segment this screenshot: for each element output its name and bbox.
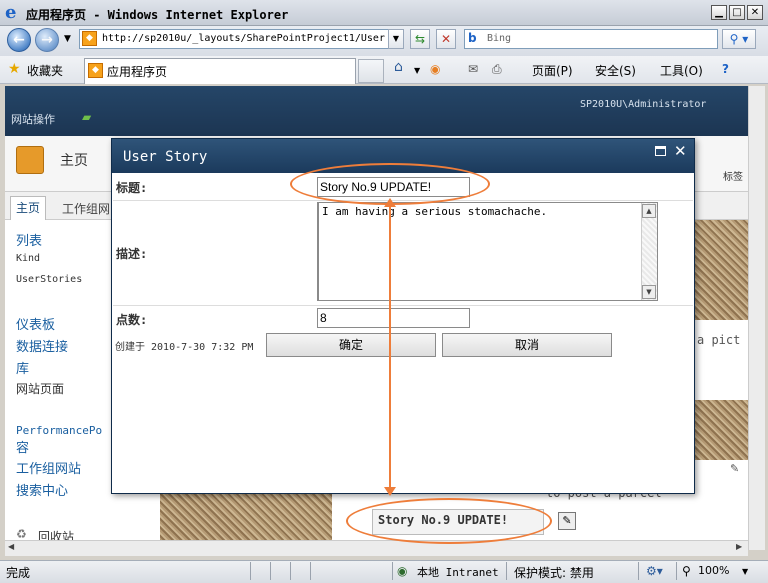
- cancel-button[interactable]: 取消: [442, 333, 612, 357]
- intranet-zone-icon: ◉: [397, 564, 408, 578]
- status-separator: [676, 562, 677, 580]
- recycle-bin-icon[interactable]: ♻: [16, 527, 27, 541]
- nav-site-pages[interactable]: 网站页面: [16, 380, 64, 397]
- site-logo-icon: [16, 146, 44, 174]
- description-textarea[interactable]: I am having a serious stomachache.: [317, 202, 658, 301]
- dialog-maximize-icon[interactable]: [655, 146, 666, 156]
- ok-button[interactable]: 确定: [266, 333, 436, 357]
- stop-icon[interactable]: ✕: [436, 29, 456, 49]
- title-label: 标题:: [116, 181, 148, 195]
- edit-page-icon[interactable]: ▰: [82, 110, 91, 124]
- site-actions-menu[interactable]: 网站操作: [11, 111, 55, 127]
- ie-logo-icon: e: [5, 2, 17, 23]
- close-window-button[interactable]: ✕: [747, 5, 763, 20]
- annotation-arrow-up-icon: [384, 198, 396, 207]
- address-dropdown-icon[interactable]: ▼: [388, 29, 404, 49]
- sticky-note-text: a pict: [697, 333, 741, 347]
- mail-icon[interactable]: ✉: [468, 62, 478, 76]
- sharepoint-ribbon: [5, 86, 748, 136]
- description-label: 描述:: [116, 247, 148, 261]
- maximize-button[interactable]: □: [729, 5, 745, 20]
- current-user[interactable]: SP2010U\Administrator: [580, 99, 706, 110]
- status-separator: [506, 562, 507, 580]
- feeds-icon[interactable]: ◉: [430, 62, 440, 76]
- scroll-up-icon[interactable]: ▲: [642, 204, 656, 218]
- nav-data-connections[interactable]: 数据连接: [16, 336, 68, 355]
- edit-note-icon[interactable]: ✎: [730, 462, 739, 475]
- nav-search-center[interactable]: 搜索中心: [16, 480, 68, 499]
- zoom-level[interactable]: 100%: [698, 564, 729, 577]
- nav-content[interactable]: 容: [16, 437, 29, 456]
- nav-list-userstories[interactable]: UserStories: [16, 274, 82, 285]
- tags-label[interactable]: 标签: [723, 168, 743, 183]
- dialog-close-icon[interactable]: ✕: [674, 142, 687, 160]
- dialog-title: User Story: [123, 149, 208, 165]
- corkboard-background: [695, 400, 748, 460]
- nav-lists-header[interactable]: 列表: [16, 230, 42, 249]
- page-horizontal-scrollbar[interactable]: [5, 540, 748, 556]
- recent-pages-dropdown-icon[interactable]: ▼: [64, 34, 71, 44]
- edit-story-icon[interactable]: ✎: [558, 512, 576, 530]
- search-go-icon[interactable]: ⚲ ▾: [722, 29, 756, 49]
- favorites-star-icon[interactable]: ★: [8, 61, 21, 77]
- corkboard-background: [160, 494, 332, 540]
- page-vertical-scrollbar[interactable]: [748, 86, 765, 550]
- points-label: 点数:: [116, 313, 148, 327]
- status-separator: [270, 562, 271, 580]
- tab-team-site[interactable]: 工作组网: [62, 200, 110, 217]
- scroll-down-icon[interactable]: ▼: [642, 285, 656, 299]
- tab-home[interactable]: 主页: [10, 196, 46, 220]
- status-separator: [290, 562, 291, 580]
- help-icon[interactable]: ?: [722, 62, 729, 76]
- created-timestamp: 创建于 2010-7-30 7:32 PM: [115, 342, 254, 353]
- zone-text[interactable]: 本地 Intranet: [417, 564, 499, 580]
- annotation-arrow-line: [389, 204, 391, 488]
- browser-tab-label: 应用程序页: [107, 65, 168, 79]
- home-dropdown-icon[interactable]: ▼: [414, 66, 420, 75]
- forward-button[interactable]: →: [35, 28, 59, 52]
- points-input[interactable]: 8: [317, 308, 470, 328]
- status-text: 完成: [6, 566, 31, 580]
- nav-performancepoint[interactable]: PerformancePo: [16, 424, 102, 437]
- address-input[interactable]: http://sp2010u/_layouts/SharePointProjec…: [79, 29, 404, 49]
- search-input[interactable]: Bing: [464, 29, 718, 49]
- back-button[interactable]: ←: [7, 28, 31, 52]
- annotation-ellipse-bottom: [346, 498, 552, 544]
- tab-favicon-icon: ◆: [88, 63, 103, 78]
- scroll-left-icon[interactable]: ◀: [8, 542, 14, 551]
- zone-settings-icon[interactable]: ⚙▾: [646, 564, 663, 578]
- safety-menu[interactable]: 安全(S): [595, 62, 636, 79]
- new-tab-button[interactable]: [358, 59, 384, 83]
- zoom-dropdown-icon[interactable]: ▼: [742, 567, 748, 576]
- bing-icon: b: [468, 31, 477, 45]
- refresh-icon[interactable]: ⇆: [410, 29, 430, 49]
- status-separator: [250, 562, 251, 580]
- nav-dashboards[interactable]: 仪表板: [16, 314, 55, 333]
- nav-list-kind[interactable]: Kind: [16, 253, 40, 264]
- protected-mode-text[interactable]: 保护模式: 禁用: [514, 564, 594, 581]
- status-separator: [392, 562, 393, 580]
- status-separator: [638, 562, 639, 580]
- site-favicon-icon: ◆: [82, 31, 97, 46]
- annotation-arrow-down-icon: [384, 487, 396, 496]
- scroll-right-icon[interactable]: ▶: [736, 542, 742, 551]
- window-title: 应用程序页 - Windows Internet Explorer: [26, 8, 289, 22]
- row-divider: [113, 305, 693, 306]
- nav-libraries[interactable]: 库: [16, 358, 29, 377]
- corkboard-background: [695, 220, 748, 320]
- zoom-icon[interactable]: ⚲: [682, 564, 691, 578]
- page-menu[interactable]: 页面(P): [532, 62, 573, 79]
- print-icon[interactable]: ⎙: [492, 62, 502, 77]
- nav-team-site[interactable]: 工作组网站: [16, 458, 81, 477]
- status-separator: [310, 562, 311, 580]
- home-icon[interactable]: ⌂: [394, 59, 403, 75]
- site-title[interactable]: 主页: [60, 150, 88, 170]
- minimize-button[interactable]: ▁: [711, 5, 727, 20]
- tools-menu[interactable]: 工具(O): [660, 62, 703, 79]
- favorites-button[interactable]: 收藏夹: [27, 62, 63, 79]
